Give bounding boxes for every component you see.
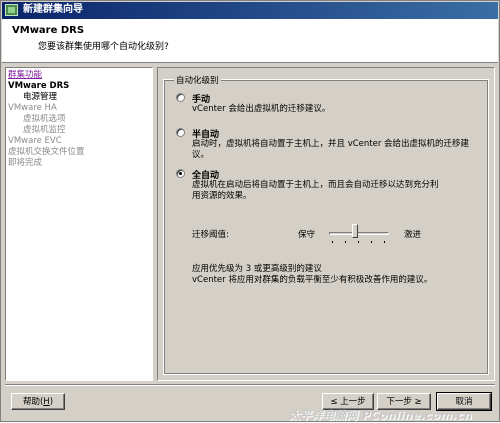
radio-partially-automated[interactable] [176,128,185,137]
wizard-header: VMware DRS 您要该群集使用哪个自动化级别? [2,19,498,63]
title-bar[interactable]: 新建群集向导 [2,2,498,19]
step-vm-monitoring: 虚拟机监控 [23,125,66,135]
page-title: VMware DRS [12,25,85,36]
site-watermark: 太平洋电脑网 PConline.com.cn [289,409,473,422]
threshold-conservative-label: 保守 [298,230,316,240]
automation-group-label: 自动化级别 [174,74,221,86]
option-partial-desc: 启动时，虚拟机将自动置于主机上，并且 vCenter 会给出虚拟机的迁移建议。 [192,139,470,160]
threshold-slider-thumb[interactable] [352,224,358,238]
cancel-button-label: 取消 [455,396,473,407]
next-button-label: 下一步 ≥ [386,396,422,407]
wizard-steps-sidebar: 群集功能 VMware DRS 电源管理 VMware HA 虚拟机选项 虚拟机… [5,67,153,381]
threshold-slider-track[interactable] [329,232,389,235]
step-ready-to-complete: 即将完成 [8,158,43,168]
wizard-window: 新建群集向导 VMware DRS 您要该群集使用哪个自动化级别? 群集功能 V… [0,0,500,422]
step-vm-options: 虚拟机选项 [23,114,66,124]
threshold-description: 应用优先级为 3 或更高级别的建议 vCenter 将应用对群集的负载平衡至少有… [192,264,482,286]
automation-level-group: 自动化级别 手动 vCenter 会给出虚拟机的迁移建议。 半自动 启动时，虚拟… [163,74,489,375]
footer-separator [5,384,495,386]
content-panel: 自动化级别 手动 vCenter 会给出虚拟机的迁移建议。 半自动 启动时，虚拟… [157,67,495,381]
back-button-label: ≤ 上一步 [330,396,366,407]
step-vmware-ha: VMware HA [8,103,57,113]
radio-fully-automated[interactable] [176,169,185,178]
step-cluster-features[interactable]: 群集功能 [8,70,42,80]
option-full-desc: 虚拟机在启动后将自动置于主机上，而且会自动迁移以达到充分利用资源的效果。 [192,180,439,201]
help-button[interactable]: 帮助(H) [11,393,65,410]
threshold-effect-text: vCenter 将应用对群集的负载平衡至少有积极改善作用的建议。 [192,275,433,285]
page-subtitle: 您要该群集使用哪个自动化级别? [38,42,169,52]
radio-manual[interactable] [176,93,185,102]
slider-tick [345,241,346,243]
step-swapfile-location: 虚拟机交换文件位置 [8,147,85,157]
app-icon [5,4,18,16]
slider-tick [332,241,333,243]
option-manual-desc: vCenter 会给出虚拟机的迁移建议。 [192,104,331,114]
step-vmware-drs: VMware DRS [8,81,70,91]
slider-tick [358,241,359,243]
step-vmware-evc: VMware EVC [8,136,62,146]
window-title: 新建群集向导 [23,4,83,15]
step-power-management: 电源管理 [23,92,58,102]
slider-tick [384,241,385,243]
slider-tick [371,241,372,243]
migration-threshold-label: 迁移阈值: [192,230,229,240]
threshold-aggressive-label: 激进 [404,230,422,240]
help-button-tail: ) [49,396,54,407]
help-button-label: 帮助( [22,396,44,407]
threshold-priority-text: 应用优先级为 3 或更高级别的建议 [192,264,322,274]
